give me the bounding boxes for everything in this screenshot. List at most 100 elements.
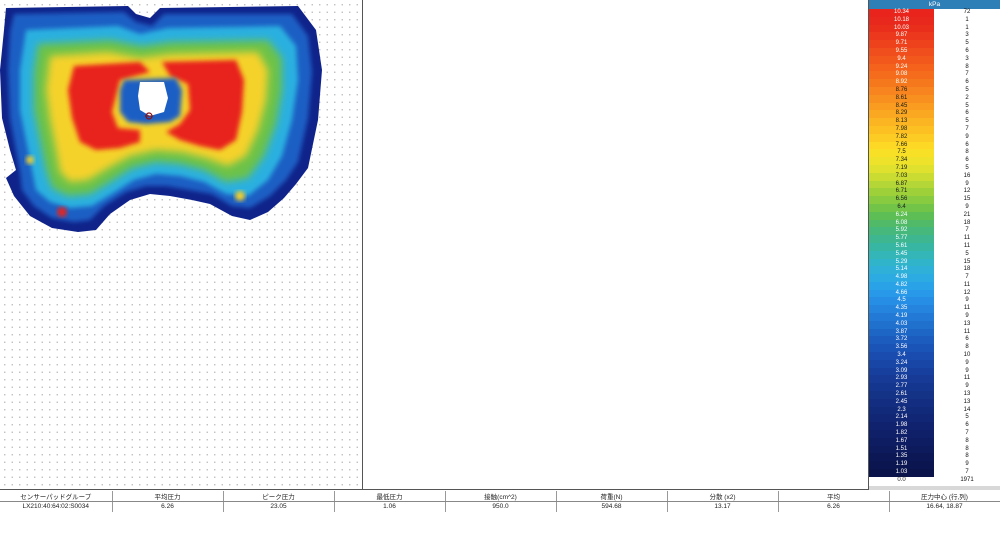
legend-row: 3.72 6 bbox=[869, 336, 1000, 345]
legend-count: 5 bbox=[965, 164, 969, 171]
legend-value: 9.71 bbox=[869, 40, 934, 48]
legend-count: 14 bbox=[963, 406, 971, 413]
statistics-header-cell: 平均圧力 bbox=[112, 491, 224, 502]
map-hotspot bbox=[26, 156, 34, 164]
statistics-value-cell: 6.26 bbox=[112, 501, 224, 512]
legend-count: 9 bbox=[965, 297, 969, 304]
statistics-value-cell: 16.64, 18.87 bbox=[889, 501, 1000, 512]
legend-value: 3.4 bbox=[869, 352, 934, 360]
legend-count: 6 bbox=[965, 141, 969, 148]
legend-row: 3.56 8 bbox=[869, 344, 1000, 353]
legend-count: 7 bbox=[965, 71, 969, 78]
legend-count: 13 bbox=[963, 398, 971, 405]
legend-value: 7.34 bbox=[869, 157, 934, 165]
legend-value: 3.72 bbox=[869, 336, 934, 345]
legend-value: 6.56 bbox=[869, 196, 934, 204]
legend-row: 8.61 2 bbox=[869, 94, 1000, 103]
legend-count: 7 bbox=[965, 274, 969, 281]
legend-value: 1.19 bbox=[869, 461, 934, 470]
legend-row: 1.82 7 bbox=[869, 430, 1000, 438]
legend-row: 9.87 3 bbox=[869, 32, 1000, 41]
statistics-header-cell: 最低圧力 bbox=[334, 491, 446, 502]
legend-count: 6 bbox=[965, 79, 969, 86]
statistics-value-cell: 23.05 bbox=[223, 501, 335, 512]
legend-row: 8.76 5 bbox=[869, 86, 1000, 95]
legend-count: 9 bbox=[965, 133, 969, 140]
legend-value: 8.76 bbox=[869, 86, 934, 95]
legend-row: 6.71 12 bbox=[869, 188, 1000, 197]
pressure-legend-panel: kPa 10.34 72 10.18 1 10.03 1 9.87 3 9.71 5 9.55 6 9.… bbox=[868, 0, 1000, 490]
legend-row: 1.67 8 bbox=[869, 437, 1000, 446]
legend-row: 1.35 8 bbox=[869, 453, 1000, 462]
legend-scrollbar[interactable] bbox=[869, 486, 1000, 490]
legend-row: 1.19 9 bbox=[869, 461, 1000, 470]
pressure-map-panel[interactable] bbox=[0, 0, 363, 490]
legend-value: 4.82 bbox=[869, 281, 934, 290]
legend-row: 6.4 9 bbox=[869, 203, 1000, 212]
legend-count: 8 bbox=[965, 453, 969, 460]
legend-count: 5 bbox=[965, 40, 969, 47]
legend-count: 3 bbox=[965, 32, 969, 39]
legend-row: 9.08 7 bbox=[869, 71, 1000, 80]
legend-count: 8 bbox=[965, 437, 969, 444]
secondary-view-panel[interactable] bbox=[363, 0, 868, 490]
legend-count: 9 bbox=[965, 180, 969, 187]
legend-value: 10.18 bbox=[869, 16, 934, 25]
legend-count: 9 bbox=[965, 383, 969, 390]
legend-count: 5 bbox=[965, 414, 969, 421]
legend-row: 4.03 13 bbox=[869, 320, 1000, 329]
legend-row: 3.4 10 bbox=[869, 352, 1000, 360]
legend-value: 5.29 bbox=[869, 258, 934, 267]
legend-count: 6 bbox=[965, 157, 969, 164]
legend-row: 7.82 9 bbox=[869, 133, 1000, 142]
legend-count: 7 bbox=[965, 227, 969, 234]
legend-row: 6.24 21 bbox=[869, 211, 1000, 220]
legend-value: 6.71 bbox=[869, 188, 934, 197]
legend-row: 9.71 5 bbox=[869, 40, 1000, 48]
legend-value: 3.09 bbox=[869, 367, 934, 376]
legend-count: 18 bbox=[963, 266, 971, 273]
legend-row: 7.5 8 bbox=[869, 149, 1000, 158]
legend-row: 4.19 9 bbox=[869, 313, 1000, 321]
legend-row: 2.3 14 bbox=[869, 406, 1000, 415]
legend-value: 9.4 bbox=[869, 55, 934, 64]
legend-value: 7.66 bbox=[869, 141, 934, 150]
legend-value: 5.14 bbox=[869, 266, 934, 275]
legend-row: 2.45 13 bbox=[869, 398, 1000, 407]
pressure-heatmap[interactable] bbox=[0, 0, 363, 490]
legend-row: 4.66 12 bbox=[869, 289, 1000, 298]
statistics-table: センサーパッドグループ 平均圧力 ピーク圧力 最低圧力 接触(cm^2) 荷重(N) 分散 … bbox=[0, 491, 1000, 512]
statistics-header-row: センサーパッドグループ 平均圧力 ピーク圧力 最低圧力 接触(cm^2) 荷重(N) 分散 … bbox=[0, 491, 1000, 502]
legend-value: 2.14 bbox=[869, 414, 934, 423]
statistics-header-cell: 圧力中心 (行,列) bbox=[889, 491, 1000, 502]
legend-value: 7.19 bbox=[869, 164, 934, 173]
legend-row: 4.98 7 bbox=[869, 274, 1000, 282]
legend-count: 8 bbox=[965, 63, 969, 70]
legend-row: 4.35 11 bbox=[869, 305, 1000, 314]
legend-row: 9.24 8 bbox=[869, 63, 1000, 72]
legend-count: 11 bbox=[963, 235, 971, 242]
statistics-value-cell: LX210:40:64:02:S0034 bbox=[0, 501, 113, 512]
legend-count: 8 bbox=[965, 149, 969, 156]
legend-row: 8.13 5 bbox=[869, 118, 1000, 126]
legend-value: 10.03 bbox=[869, 24, 934, 33]
legend-value: 2.45 bbox=[869, 398, 934, 407]
legend-value: 7.03 bbox=[869, 172, 934, 181]
legend-count: 1 bbox=[965, 16, 969, 23]
legend-row: 7.19 5 bbox=[869, 164, 1000, 173]
legend-value: 4.5 bbox=[869, 297, 934, 306]
legend-count: 6 bbox=[965, 422, 969, 429]
legend-row: 10.03 1 bbox=[869, 24, 1000, 33]
legend-value: 5.45 bbox=[869, 250, 934, 259]
legend-count: 18 bbox=[963, 219, 971, 226]
legend-value: 5.77 bbox=[869, 235, 934, 243]
legend-count: 9 bbox=[965, 359, 969, 366]
legend-value: 9.55 bbox=[869, 47, 934, 56]
legend-value: 8.29 bbox=[869, 110, 934, 119]
legend-value: 5.61 bbox=[869, 242, 934, 251]
legend-row: 7.03 16 bbox=[869, 172, 1000, 181]
legend-row: 4.82 11 bbox=[869, 281, 1000, 290]
app-window: kPa 10.34 72 10.18 1 10.03 1 9.87 3 9.71 5 9.55 6 9.… bbox=[0, 0, 1000, 545]
legend-count: 7 bbox=[965, 125, 969, 132]
legend-value: 6.87 bbox=[869, 180, 934, 189]
